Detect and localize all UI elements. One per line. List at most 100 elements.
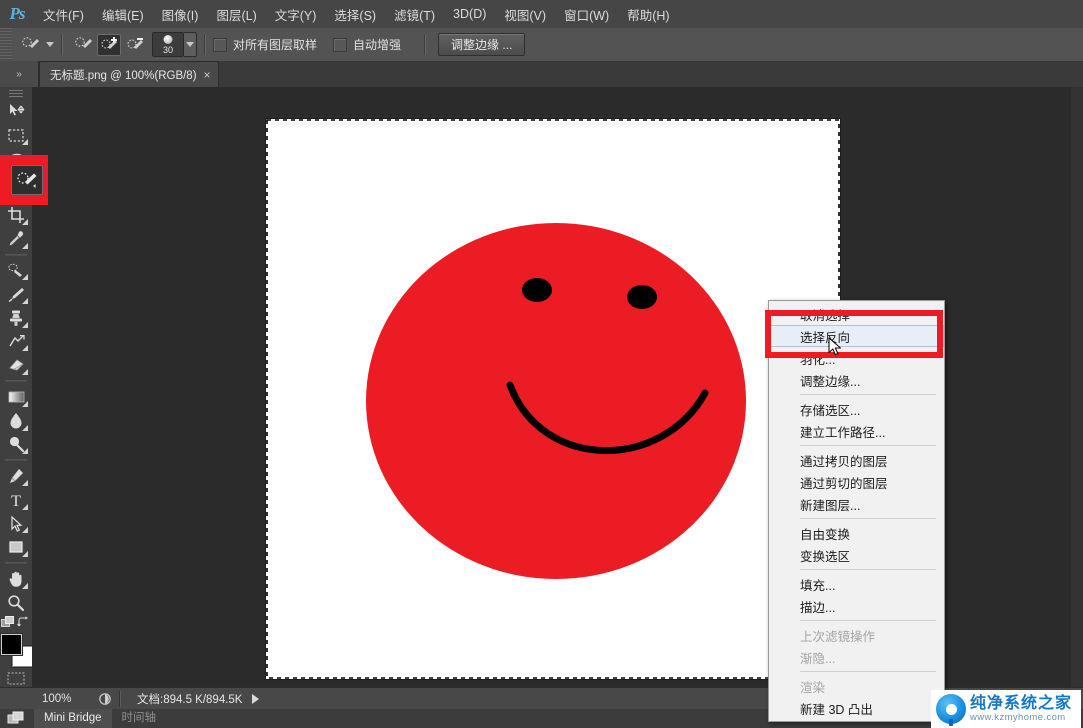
menu-divider-6 [800,671,936,672]
mini-bridge-panel-icon[interactable] [0,709,34,728]
tab-timeline[interactable]: 时间轴 [112,709,167,728]
mode-add-to-selection-button[interactable] [97,33,121,56]
type-tool[interactable]: T [2,488,30,512]
menu-item-fill[interactable]: 填充... [769,573,944,595]
status-divider-1 [119,691,121,707]
tool-expand-triangle-icon [22,400,28,407]
blur-tool[interactable] [2,409,30,433]
left-eye [522,278,552,302]
panel-expand-icon[interactable]: » [0,61,39,87]
tools-divider-2 [5,380,27,383]
auto-enhance-option[interactable]: 自动增强 [333,36,417,53]
tool-preset-caret-icon[interactable] [46,42,54,47]
menu-item-new-layer[interactable]: 新建图层... [769,493,944,515]
brush-preview-icon [163,35,173,44]
tool-expand-triangle-icon [22,274,28,281]
menu-item-save-selection[interactable]: 存储选区... [769,398,944,420]
dodge-tool[interactable] [2,433,30,457]
sample-all-layers-label: 对所有图层取样 [233,38,318,52]
path-selection-tool[interactable] [2,512,30,536]
menu-item-layer-via-copy[interactable]: 通过拷贝的图层 [769,449,944,471]
menu-layer[interactable]: 图层(L) [207,1,265,28]
hand-tool[interactable] [2,567,30,591]
options-bar-grip[interactable] [0,28,12,61]
rectangular-marquee-tool[interactable] [2,123,30,147]
menu-divider-1 [800,394,936,395]
triangle-right-icon[interactable] [252,694,260,704]
menu-item-new-3d-extrusion[interactable]: 新建 3D 凸出 [769,697,944,719]
eyedropper-tool[interactable] [2,227,30,251]
document-tab[interactable]: 无标题.png @ 100%(RGB/8) × [39,61,219,87]
menu-item-render: 渲染 [800,680,826,695]
watermark-logo-icon [936,694,966,724]
spot-healing-brush-tool[interactable] [2,259,30,283]
brush-size-dropdown-button[interactable] [184,32,197,57]
menu-edit[interactable]: 编辑(E) [93,1,153,28]
menu-select[interactable]: 选择(S) [325,1,385,28]
watermark: 纯净系统之家 www.kzmyhome.com [931,690,1081,728]
auto-enhance-checkbox[interactable] [333,37,348,52]
menu-item-stroke[interactable]: 描边... [769,595,944,617]
gradient-tool[interactable] [2,385,30,409]
menu-item-free-transform[interactable]: 自由变换 [769,522,944,544]
options-divider-2 [204,34,206,55]
tool-expand-triangle-icon [22,480,28,487]
options-divider-3 [424,34,427,55]
sample-all-layers-option[interactable]: 对所有图层取样 [213,36,333,53]
tab-mini-bridge[interactable]: Mini Bridge [34,709,112,728]
clone-stamp-tool[interactable] [2,306,30,330]
pen-tool[interactable] [2,464,30,488]
menu-divider-2 [800,445,936,446]
mode-new-selection-button[interactable] [71,34,95,56]
menu-help[interactable]: 帮助(H) [618,1,678,28]
right-eye [627,285,657,309]
selection-context-menu[interactable]: 取消选择 选择反向 羽化... 调整边缘... 存储选区... 建立工作路径..… [768,300,945,722]
swap-colors-icon [17,616,28,627]
menu-item-make-work-path[interactable]: 建立工作路径... [769,420,944,442]
crop-tool[interactable] [2,203,30,227]
smiley-face-artwork [366,223,746,579]
zoom-tool[interactable] [2,591,30,615]
tools-panel-grip[interactable] [9,90,23,98]
menu-view[interactable]: 视图(V) [495,1,555,28]
menu-type[interactable]: 文字(Y) [266,1,326,28]
menu-filter[interactable]: 滤镜(T) [385,1,444,28]
menu-divider-3 [800,518,936,519]
refine-edge-button[interactable]: 调整边缘 ... [438,33,526,56]
menu-item-feather[interactable]: 羽化... [769,347,944,369]
tools-divider-1 [5,253,27,256]
menu-item-deselect[interactable]: 取消选择 [769,303,944,325]
close-icon[interactable]: × [204,69,211,81]
watermark-texts: 纯净系统之家 www.kzmyhome.com [970,695,1072,723]
menu-window[interactable]: 窗口(W) [555,1,618,28]
color-mode-row [1,615,31,630]
tool-expand-triangle-icon [22,297,28,304]
menu-file[interactable]: 文件(F) [34,1,93,28]
tool-expand-triangle-icon [22,321,28,328]
brush-tool[interactable] [2,282,30,306]
menu-item-inverse[interactable]: 选择反向 [769,325,944,347]
menu-3d[interactable]: 3D(D) [444,3,495,25]
sample-all-layers-checkbox[interactable] [213,37,227,52]
menu-item-refine-edge[interactable]: 调整边缘... [769,369,944,391]
menu-image[interactable]: 图像(I) [153,1,208,28]
tool-expand-triangle-icon [22,369,28,376]
right-edge-strip [1071,87,1083,687]
image-canvas[interactable] [266,119,840,679]
zoom-level-field[interactable]: 100% [32,693,98,705]
face-shape [366,223,746,579]
tool-expand-triangle-icon [22,345,28,352]
tool-preset-picker-icon[interactable] [18,34,42,56]
menu-item-layer-via-cut[interactable]: 通过剪切的图层 [769,471,944,493]
document-tab-bar: » 无标题.png @ 100%(RGB/8) × [0,61,1083,88]
mode-subtract-from-selection-button[interactable] [123,34,147,56]
watermark-title: 纯净系统之家 [970,695,1073,712]
foreground-color-swatch[interactable] [1,633,22,655]
move-tool[interactable] [2,100,30,124]
brush-size-field[interactable]: 30 [152,32,184,57]
quick-selection-tool-icon[interactable] [11,165,43,195]
menu-item-transform-selection[interactable]: 变换选区 [769,544,944,566]
eraser-tool[interactable] [2,353,30,377]
rectangle-tool[interactable] [2,535,30,559]
history-brush-tool[interactable] [2,330,30,354]
